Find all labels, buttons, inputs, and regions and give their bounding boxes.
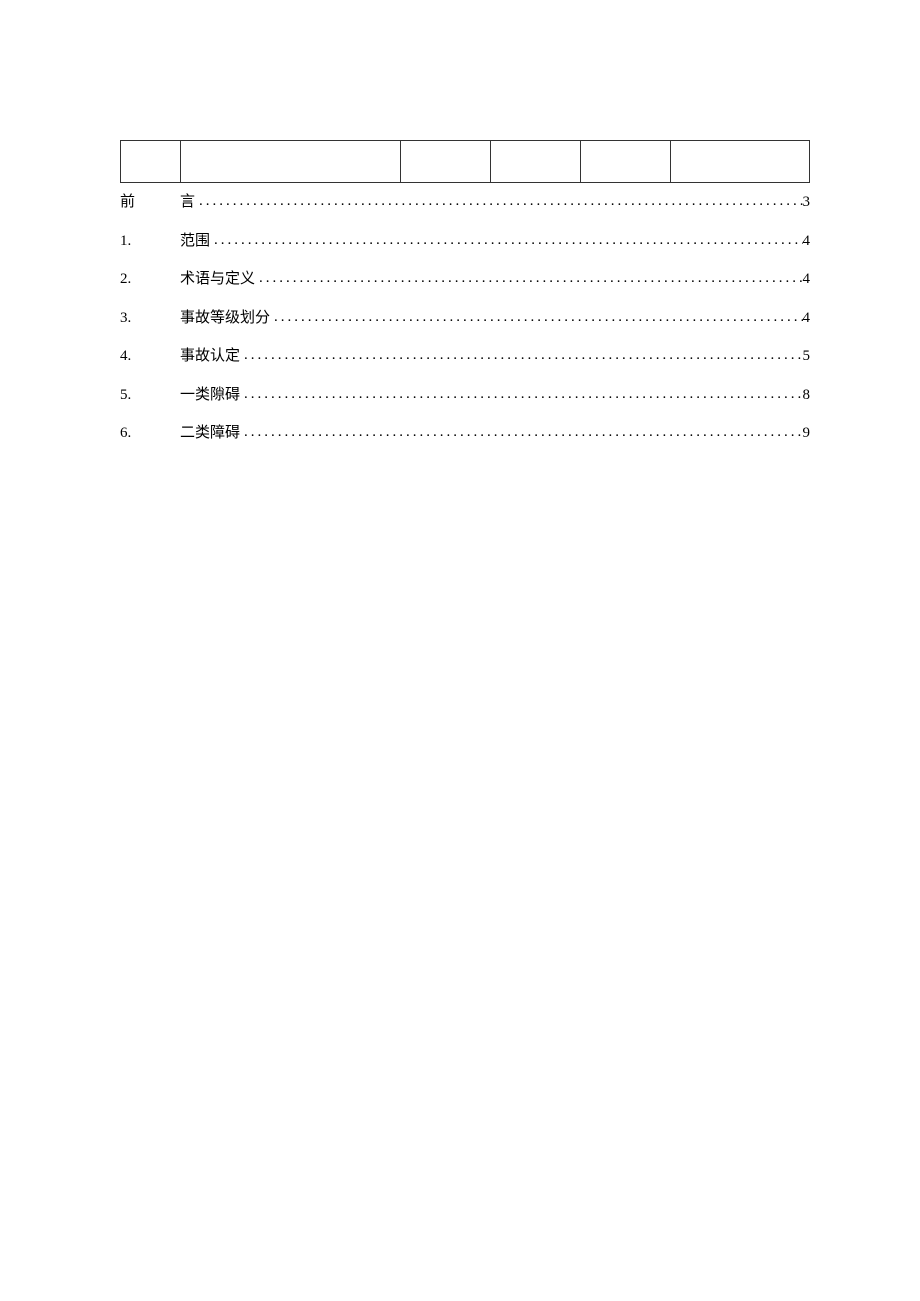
header-cell <box>181 141 401 183</box>
page-content: 前 言 3 1. 范围 4 2. 术语与定义 4 3. 事故等级划分 4 4. … <box>0 0 920 445</box>
header-cell <box>121 141 181 183</box>
toc-entry-title: 二类障碍 <box>180 422 240 445</box>
toc-entry-page: 4 <box>803 268 811 291</box>
toc-entry-page: 4 <box>803 230 811 253</box>
toc-entry: 3. 事故等级划分 4 <box>120 307 810 330</box>
toc-entry-title: 事故等级划分 <box>180 307 270 330</box>
header-cell <box>491 141 581 183</box>
toc-entry-leader <box>240 383 802 406</box>
toc-entry: 4. 事故认定 5 <box>120 345 810 368</box>
toc-entry-leader <box>240 344 802 367</box>
header-cell <box>671 141 810 183</box>
toc-entry-title: 范围 <box>180 230 210 253</box>
toc-entry: 6. 二类障碍 9 <box>120 422 810 445</box>
toc-entry-page: 9 <box>803 422 811 445</box>
toc-entry-title: 言 <box>180 191 195 214</box>
toc-entry-number: 5. <box>120 384 180 407</box>
toc-entry-number: 6. <box>120 422 180 445</box>
header-cell <box>581 141 671 183</box>
toc-entry-number: 前 <box>120 191 180 214</box>
toc-entry-page: 5 <box>803 345 811 368</box>
header-table <box>120 140 810 183</box>
toc-entry-leader <box>195 190 802 213</box>
toc-entry-leader <box>270 306 802 329</box>
toc-entry-title: 事故认定 <box>180 345 240 368</box>
toc-entry: 5. 一类隙碍 8 <box>120 384 810 407</box>
header-table-row <box>121 141 810 183</box>
toc-entry-page: 4 <box>803 307 811 330</box>
toc-entry: 2. 术语与定义 4 <box>120 268 810 291</box>
toc-entry-title: 术语与定义 <box>180 268 255 291</box>
toc-entry-number: 2. <box>120 268 180 291</box>
toc-entry-leader <box>210 229 802 252</box>
toc-entry-title: 一类隙碍 <box>180 384 240 407</box>
toc-entry-page: 3 <box>803 191 811 214</box>
toc-entry-number: 1. <box>120 230 180 253</box>
toc-entry-number: 4. <box>120 345 180 368</box>
toc-entry-page: 8 <box>803 384 811 407</box>
toc-entry-leader <box>255 267 802 290</box>
toc-entry-leader <box>240 421 802 444</box>
toc-entry-number: 3. <box>120 307 180 330</box>
toc-entry: 前 言 3 <box>120 191 810 214</box>
toc-entry: 1. 范围 4 <box>120 230 810 253</box>
header-cell <box>401 141 491 183</box>
table-of-contents: 前 言 3 1. 范围 4 2. 术语与定义 4 3. 事故等级划分 4 4. … <box>120 191 810 445</box>
